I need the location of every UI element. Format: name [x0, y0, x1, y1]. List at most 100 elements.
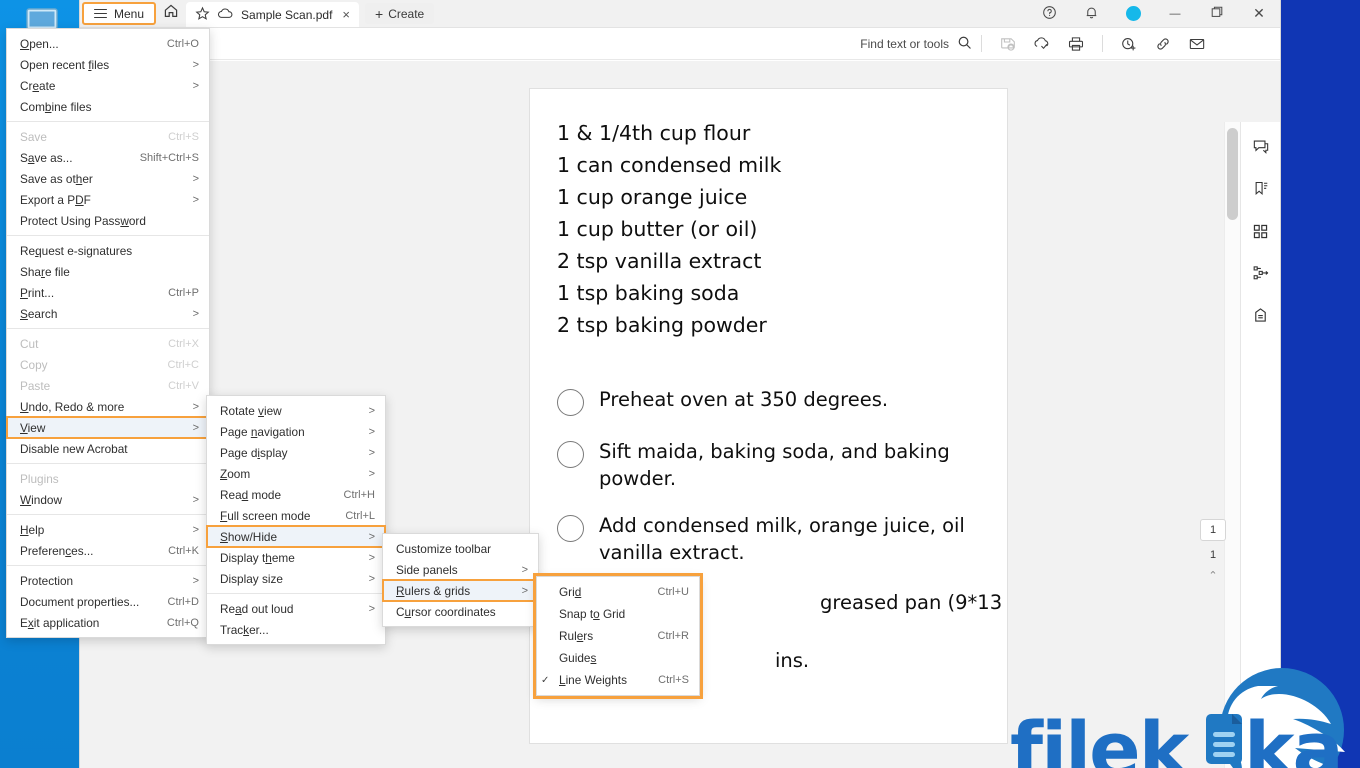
chevron-right-icon: >: [192, 193, 199, 206]
menu-item-snap-to-grid[interactable]: Snap to Grid: [537, 603, 699, 625]
page-navigation: 1 1 ⌃ ⌄: [1190, 519, 1236, 753]
menu-item-disable-new-acrobat[interactable]: Disable new Acrobat: [7, 438, 209, 459]
bookmarks-panel-icon[interactable]: [1247, 176, 1275, 202]
menu-item-preferences[interactable]: Preferences... Ctrl+K: [7, 540, 209, 561]
link-icon[interactable]: [1146, 31, 1180, 57]
close-button[interactable]: ✕: [1238, 0, 1280, 28]
menu-item-grid[interactable]: Grid Ctrl+U: [537, 581, 699, 603]
menu-item-read-out-loud[interactable]: Read out loud >: [207, 598, 385, 619]
menu-item-label: Create: [20, 78, 56, 93]
step-item: Preheat oven at 350 degrees.: [557, 386, 987, 416]
menu-item-view[interactable]: View >: [6, 416, 210, 439]
menu-item-help[interactable]: Help >: [7, 519, 209, 540]
ingredient-line: 1 tsp baking soda: [557, 281, 740, 305]
sync-icon[interactable]: [1025, 31, 1059, 57]
zoom-in-icon[interactable]: [1246, 688, 1274, 714]
add-stamp-icon[interactable]: [1112, 31, 1146, 57]
chevron-right-icon: >: [368, 551, 375, 564]
menu-item-protect-using-password[interactable]: Protect Using Password: [7, 210, 209, 231]
create-button-label: Create: [388, 6, 425, 21]
checkbox-circle[interactable]: [557, 515, 584, 542]
menu-item-page-display[interactable]: Page display >: [207, 442, 385, 463]
menu-item-zoom[interactable]: Zoom >: [207, 463, 385, 484]
zoom-controls: [1240, 688, 1280, 756]
menu-item-request-e-signatures[interactable]: Request e-signatures: [7, 240, 209, 261]
print-icon[interactable]: [1059, 31, 1093, 57]
search-icon[interactable]: [957, 35, 972, 53]
menu-item-open-recent-files[interactable]: Open recent files >: [7, 54, 209, 75]
attachments-icon[interactable]: [1247, 302, 1275, 328]
menu-item-side-panels[interactable]: Side panels >: [383, 559, 538, 580]
menu-item-search[interactable]: Search >: [7, 303, 209, 324]
menu-item-export-a-pdf[interactable]: Export a PDF >: [7, 189, 209, 210]
current-page-field[interactable]: 1: [1200, 519, 1226, 541]
star-icon[interactable]: [195, 6, 210, 24]
menu-item-save-as-other[interactable]: Save as other >: [7, 168, 209, 189]
organize-pages-icon[interactable]: [1247, 260, 1275, 286]
menu-item-display-size[interactable]: Display size >: [207, 568, 385, 589]
chevron-right-icon: >: [192, 58, 199, 71]
menu-item-window[interactable]: Window >: [7, 489, 209, 510]
chevron-right-icon: >: [368, 530, 375, 543]
menu-item-label: Combine files: [20, 99, 92, 114]
next-page-button[interactable]: ⌄: [1208, 740, 1217, 753]
comments-panel-icon[interactable]: [1247, 134, 1275, 160]
menu-item-customize-toolbar[interactable]: Customize toolbar: [383, 538, 538, 559]
menu-item-full-screen-mode[interactable]: Full screen mode Ctrl+L: [207, 505, 385, 526]
previous-page-button[interactable]: ⌃: [1208, 569, 1217, 582]
notifications-button[interactable]: [1070, 0, 1112, 28]
tab-close-button[interactable]: ×: [339, 7, 353, 22]
checkbox-circle[interactable]: [557, 441, 584, 468]
menu-item-cursor-coordinates[interactable]: Cursor coordinates: [383, 601, 538, 622]
help-button[interactable]: [1028, 0, 1070, 28]
step-text: Sift maida, baking soda, and baking powd…: [599, 440, 950, 490]
menu-item-label: Cut: [20, 336, 39, 351]
menu-item-line-weights[interactable]: ✓ Line Weights Ctrl+S: [537, 669, 699, 691]
avatar-button[interactable]: [1112, 0, 1154, 28]
minimize-button[interactable]: —: [1154, 0, 1196, 28]
save-to-cloud-icon[interactable]: [991, 31, 1025, 57]
menu-item-create[interactable]: Create >: [7, 75, 209, 96]
home-icon: [163, 3, 179, 24]
menu-item-undo-redo-more[interactable]: Undo, Redo & more >: [7, 396, 209, 417]
menu-item-label: Save: [20, 129, 47, 144]
create-button[interactable]: + Create: [365, 3, 435, 24]
zoom-out-icon[interactable]: [1246, 730, 1274, 756]
scrollbar-thumb[interactable]: [1227, 128, 1238, 220]
menu-button[interactable]: Menu: [82, 2, 157, 25]
chevron-right-icon: >: [368, 404, 375, 417]
menu-item-protection[interactable]: Protection >: [7, 570, 209, 591]
menu-item-combine-files[interactable]: Combine files: [7, 96, 209, 117]
thumbnails-panel-icon[interactable]: [1247, 218, 1275, 244]
menu-item-tracker[interactable]: Tracker...: [207, 619, 385, 640]
menu-item-display-theme[interactable]: Display theme >: [207, 547, 385, 568]
menu-separator: [207, 593, 385, 594]
email-icon[interactable]: [1180, 31, 1214, 57]
menu-item-guides[interactable]: Guides: [537, 647, 699, 669]
find-text-or-tools[interactable]: Find text or tools: [860, 35, 972, 53]
tab-title: Sample Scan.pdf: [241, 7, 333, 22]
menu-item-document-properties[interactable]: Document properties... Ctrl+D: [7, 591, 209, 612]
menu-item-label: Full screen mode: [220, 508, 311, 523]
chevron-right-icon: >: [192, 574, 199, 587]
menu-item-label: Zoom: [220, 466, 251, 481]
menu-item-label: Share file: [20, 264, 70, 279]
menu-item-show-hide[interactable]: Show/Hide >: [206, 525, 386, 548]
menu-item-share-file[interactable]: Share file: [7, 261, 209, 282]
menu-item-rulers[interactable]: Rulers Ctrl+R: [537, 625, 699, 647]
menu-item-read-mode[interactable]: Read mode Ctrl+H: [207, 484, 385, 505]
menu-item-page-navigation[interactable]: Page navigation >: [207, 421, 385, 442]
menu-item-rotate-view[interactable]: Rotate view >: [207, 400, 385, 421]
checkbox-circle[interactable]: [557, 389, 584, 416]
restore-button[interactable]: [1196, 0, 1238, 28]
menu-item-rulers-grids[interactable]: Rulers & grids >: [382, 579, 539, 602]
menu-item-exit-application[interactable]: Exit application Ctrl+Q: [7, 612, 209, 633]
menu-item-print[interactable]: Print... Ctrl+P: [7, 282, 209, 303]
menu-item-label: Open recent files: [20, 57, 110, 72]
step-item: Sift maida, baking soda, and baking powd…: [557, 438, 987, 492]
menu-item-save-as[interactable]: Save as... Shift+Ctrl+S: [7, 147, 209, 168]
home-button[interactable]: [156, 0, 186, 27]
document-tab[interactable]: Sample Scan.pdf ×: [186, 2, 360, 27]
cloud-icon: [217, 7, 234, 23]
menu-item-open[interactable]: Open... Ctrl+O: [7, 33, 209, 54]
